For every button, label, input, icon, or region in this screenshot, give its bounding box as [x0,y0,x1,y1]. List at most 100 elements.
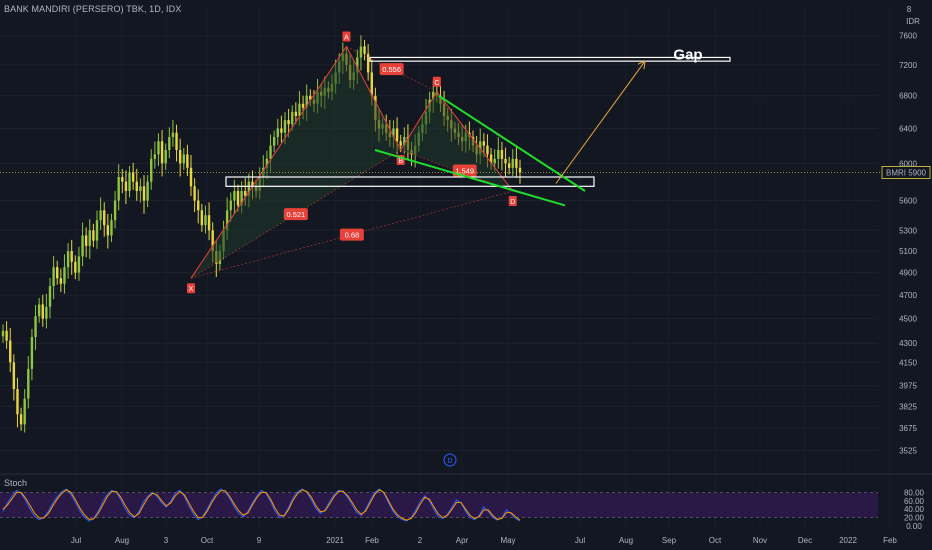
candle-body [482,141,486,146]
candle-body [200,210,204,226]
time-tick-label: Aug [619,536,633,545]
currency-label: IDR [906,17,920,26]
candle-body [236,191,240,206]
candle-body [164,149,167,164]
annotations: BMRI 5900 Gap D [0,46,931,467]
candle-body [59,278,63,284]
time-tick-label: Feb [365,536,379,545]
price-tick-label: 4700 [899,291,917,300]
price-tick-label: 5300 [899,226,917,235]
candle-body [9,340,12,363]
candle-body [157,141,160,155]
candle-body [175,132,178,150]
candle-body [280,128,283,133]
stoch-tick-label: 0.00 [906,522,922,531]
candle-body [146,181,149,201]
candle-body [287,120,290,125]
candle-body [124,181,128,192]
candle-body [229,200,232,211]
candle-body [507,163,511,168]
stoch-tick-label: 40.00 [904,505,925,514]
candle-body [272,136,276,146]
candle-body [363,46,366,54]
candle-body [395,128,399,142]
candle-body [23,398,26,425]
stoch-label: Stoch [4,478,28,488]
stoch-tick-label: 20.00 [904,514,925,523]
time-tick-label: Apr [456,536,469,545]
candle-body [291,111,294,125]
candle-body [135,181,138,192]
time-tick-label: 2021 [326,536,344,545]
candle-body [493,158,496,164]
candle-body [128,172,131,192]
harmonic-pattern: XABCD0.5561.5490.5210.68 [187,31,517,294]
candle-body [95,220,99,241]
candle-body [92,230,95,241]
pattern-ratio-label: 0.521 [286,210,305,219]
price-tick-label: 8 [907,5,912,14]
candle-body [99,210,102,221]
candle-body [504,158,507,164]
price-tick-label: 6400 [899,124,917,133]
candle-body [63,267,66,284]
price-tick-label: 7600 [899,32,917,41]
price-tick-label: 7200 [899,61,917,70]
candle-body [81,235,84,257]
candle-body [41,304,44,319]
price-tick-label: 4900 [899,269,917,278]
gap-label: Gap [673,46,702,63]
price-axis: 3525 3675 3825 3975 4150 4300 4500 4700 4900 5100… [899,5,920,456]
price-tick-label: 5600 [899,197,917,206]
candle-body [139,186,142,192]
price-tick-label: 5100 [899,247,917,256]
candle-body [16,389,19,415]
price-tick-label: 3525 [899,447,917,456]
candle-body [197,200,200,211]
candle-body [142,186,146,201]
candle-body [30,336,34,369]
time-tick-label: Oct [709,536,722,545]
pattern-fill-xab [191,46,401,279]
candle-body [117,176,120,201]
candle-body [399,141,402,146]
grid [0,8,932,528]
time-tick-label: Sep [662,536,677,545]
time-tick-label: Oct [201,536,214,545]
candle-body [301,103,305,108]
pattern-point-label: A [344,34,349,41]
candle-body [106,225,110,236]
candle-body [150,158,153,182]
price-tick-label: 3675 [899,424,917,433]
candle-body [294,111,298,116]
time-tick-label: Aug [115,536,129,545]
candle-body [110,220,113,236]
price-tick-label: 6000 [899,159,917,168]
time-tick-label: May [500,536,515,545]
projection-arrow [555,60,646,184]
time-tick-label: Feb [883,536,897,545]
candle-body [276,128,279,137]
chart-title: BANK MANDIRI (PERSERO) TBK, 1D, IDX [4,4,182,14]
chart-canvas: XABCD0.5561.5490.5210.68 BMRI 5900GapD 3… [0,5,932,545]
candle-body [153,154,157,159]
candle-body [518,167,522,173]
candle-body [283,120,287,133]
candle-body [74,261,77,273]
price-tick-label: 4300 [899,339,917,348]
candle-body [52,267,55,287]
candle-body [486,145,489,155]
stoch-tick-label: 80.00 [904,488,925,497]
candle-body [178,149,182,164]
candle-body [113,200,117,221]
candle-body [189,167,193,187]
candle-body [298,103,301,116]
pattern-ratio-label: 0.556 [382,65,401,74]
time-tick-label: 9 [257,536,262,545]
candle-body [186,154,189,168]
candle-body [207,215,211,231]
candle-body [244,191,247,196]
time-tick-label: 3 [164,536,169,545]
candle-body [19,414,23,425]
candle-body [359,46,363,58]
